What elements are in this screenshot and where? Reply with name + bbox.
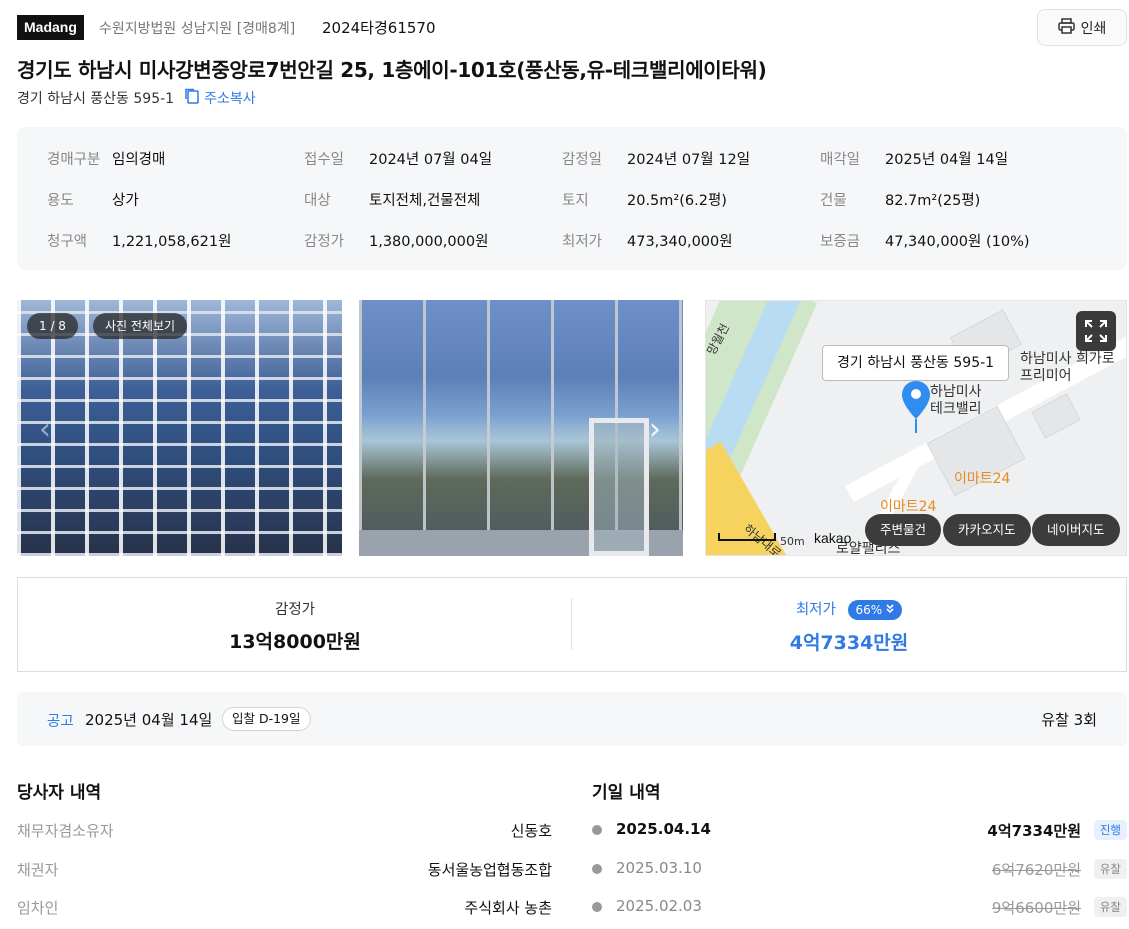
court-name: 수원지방법원 성남지원 [경매8계]	[99, 21, 296, 37]
party-row: 임차인 주식회사 농촌	[17, 897, 552, 919]
info-sale-date: 매각일 2025년 04월 14일	[820, 152, 1009, 168]
schedule-date: 2025.03.10	[616, 859, 702, 877]
fail-count: 유찰 3회	[1041, 711, 1097, 729]
map-poi-apartment: 하남미사 희가로 프리미어	[1020, 351, 1115, 384]
info-usage: 용도 상가	[47, 193, 139, 209]
schedule-price: 6억7620만원	[991, 861, 1081, 879]
map-pin-icon[interactable]	[902, 381, 930, 437]
schedule-row: 2025.03.10 6억7620만원 유찰	[592, 859, 1127, 883]
map-poi-emart-1: 이마트24	[954, 471, 1011, 487]
photo-door	[589, 418, 649, 556]
price-summary: 감정가 13억8000만원 최저가 66% 4억7334만원	[17, 577, 1127, 672]
min-price-label: 최저가	[795, 602, 836, 618]
timeline-dot	[592, 825, 602, 835]
info-auction-type: 경매구분 임의경매	[47, 152, 166, 168]
schedule-status-badge: 진행	[1093, 820, 1127, 840]
info-claim-amount: 청구액 1,221,058,621원	[47, 234, 232, 250]
info-building: 건물 82.7m²(25평)	[820, 193, 981, 209]
party-role: 채권자	[17, 861, 59, 879]
prev-photo-icon[interactable]: ‹	[39, 412, 51, 447]
naver-map-button[interactable]: 네이버지도	[1032, 514, 1120, 546]
appraisal-value: 13억8000만원	[229, 631, 361, 653]
map-address-callout: 경기 하남시 풍산동 595-1	[822, 345, 1010, 381]
party-role: 임차인	[17, 899, 59, 917]
location-map[interactable]: 망월천 하남미사 희가로 프리미어 하남미사 테크밸리 이마트24 이마트24 …	[705, 300, 1127, 556]
schedule-date: 2025.02.03	[616, 897, 702, 915]
min-price-summary: 최저가 66% 4억7334만원	[572, 598, 1126, 655]
schedule-status-badge: 유찰	[1093, 859, 1127, 879]
info-deposit: 보증금 47,340,000원 (10%)	[820, 234, 1030, 250]
copy-icon	[184, 88, 200, 108]
bid-dday-badge: 입찰 D-19일	[222, 707, 311, 731]
map-poi-target: 하남미사 테크밸리	[930, 384, 982, 417]
view-all-photos-button[interactable]: 사진 전체보기	[93, 313, 188, 339]
min-price-value: 4억7334만원	[789, 632, 909, 654]
print-button[interactable]: 인쇄	[1037, 9, 1127, 46]
nearby-items-button[interactable]: 주변물건	[865, 514, 942, 546]
party-name: 동서울농업협동조합	[427, 861, 552, 879]
notice-date: 2025년 04월 14일	[85, 711, 213, 729]
info-received-date: 접수일 2024년 07월 04일	[304, 152, 493, 168]
copy-address-label: 주소복사	[204, 91, 256, 107]
notice-bar: 공고 2025년 04월 14일 입찰 D-19일 유찰 3회	[17, 692, 1127, 746]
info-min-price: 최저가 473,340,000원	[562, 234, 733, 250]
schedule-title: 기일 내역	[592, 783, 661, 803]
property-title: 경기도 하남시 미사강변중앙로7번안길 25, 1층에이-101호(풍산동,유-…	[17, 58, 767, 82]
info-land: 토지 20.5m²(6.2평)	[562, 193, 727, 209]
lot-address-row: 경기 하남시 풍산동 595-1 주소복사	[17, 88, 256, 108]
notice-label: 공고	[47, 714, 74, 730]
property-photo-1[interactable]: 1 / 8 사진 전체보기 ‹	[17, 300, 342, 556]
min-price-ratio-badge[interactable]: 66%	[848, 600, 903, 620]
map-scale-label: 50m	[780, 535, 805, 548]
map-poi-emart-2: 이마트24	[880, 499, 937, 515]
next-photo-icon[interactable]: ›	[649, 412, 661, 447]
kakao-logo: kakao	[814, 530, 852, 546]
case-number: 2024타경61570	[322, 19, 436, 37]
map-scale-bar	[718, 533, 776, 541]
double-chevron-down-icon	[885, 603, 895, 617]
photo-counter: 1 / 8	[27, 313, 78, 339]
appraisal-summary: 감정가 13억8000만원	[18, 598, 572, 654]
timeline-dot	[592, 864, 602, 874]
party-name: 신동호	[510, 822, 552, 840]
map-fullscreen-icon[interactable]	[1076, 311, 1116, 351]
lot-address: 경기 하남시 풍산동 595-1	[17, 91, 175, 107]
party-row: 채무자겸소유자 신동호	[17, 820, 552, 842]
madang-logo[interactable]: Madang	[17, 15, 84, 40]
info-appraisal-date: 감정일 2024년 07월 12일	[562, 152, 751, 168]
party-name: 주식회사 농촌	[464, 899, 552, 917]
parties-title: 당사자 내역	[17, 783, 102, 803]
party-row: 채권자 동서울농업협동조합	[17, 859, 552, 881]
info-appraisal-price: 감정가 1,380,000,000원	[304, 234, 489, 250]
schedule-price: 9억6600만원	[991, 899, 1081, 917]
schedule-date: 2025.04.14	[616, 820, 711, 838]
kakao-map-button[interactable]: 카카오지도	[943, 514, 1031, 546]
party-role: 채무자겸소유자	[17, 822, 114, 840]
print-label: 인쇄	[1080, 20, 1107, 37]
header-bar: Madang 수원지방법원 성남지원 [경매8계] 2024타경61570 인쇄	[17, 9, 1127, 46]
schedule-row: 2025.04.14 4억7334만원 진행	[592, 820, 1127, 844]
schedule-price: 4억7334만원	[987, 822, 1081, 840]
auction-info-panel: 경매구분 임의경매 접수일 2024년 07월 04일 감정일 2024년 07월 1…	[17, 127, 1127, 270]
property-photo-2[interactable]: ›	[359, 300, 683, 556]
printer-icon	[1057, 17, 1075, 38]
schedule-row: 2025.02.03 9억6600만원 유찰	[592, 897, 1127, 921]
min-price-ratio: 66%	[855, 603, 883, 617]
timeline-dot	[592, 902, 602, 912]
info-target: 대상 토지전체,건물전체	[304, 193, 481, 209]
appraisal-label: 감정가	[274, 602, 316, 618]
schedule-status-badge: 유찰	[1093, 897, 1127, 917]
copy-address-button[interactable]: 주소복사	[184, 88, 256, 108]
